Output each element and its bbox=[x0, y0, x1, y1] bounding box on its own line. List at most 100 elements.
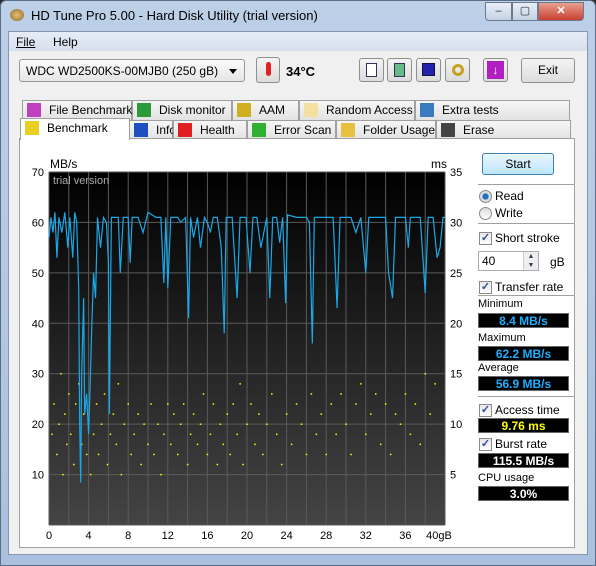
access-time-point bbox=[100, 423, 103, 425]
y-tick-left-label: 20 bbox=[32, 419, 44, 431]
cpu-usage-label: CPU usage bbox=[478, 472, 535, 484]
y-axis-left-label: MB/s bbox=[50, 157, 78, 171]
y-tick-right-label: 20 bbox=[450, 318, 462, 330]
tab-extra-tests[interactable]: Extra tests bbox=[415, 100, 570, 120]
y-tick-right-label: 35 bbox=[450, 167, 462, 179]
folder-icon bbox=[341, 123, 355, 137]
burst-rate-checkbox[interactable]: ✓ bbox=[479, 438, 492, 451]
tab-label: Benchmark bbox=[47, 121, 108, 135]
tab-random-access[interactable]: Random Access bbox=[299, 100, 415, 120]
access-time-point bbox=[320, 413, 323, 415]
tab-info[interactable]: Info bbox=[129, 120, 176, 140]
access-time-point bbox=[167, 403, 169, 405]
write-label: Write bbox=[495, 206, 523, 220]
access-time-point bbox=[51, 433, 53, 436]
y-tick-right-label: 15 bbox=[450, 369, 462, 381]
window-title: HD Tune Pro 5.00 - Hard Disk Utility (tr… bbox=[31, 8, 318, 23]
average-value: 56.9 MB/s bbox=[478, 376, 569, 391]
access-time-point bbox=[89, 473, 92, 476]
access-time-point bbox=[375, 393, 377, 395]
access-time-point bbox=[258, 413, 260, 415]
info-icon bbox=[134, 123, 148, 137]
extra-tests-icon bbox=[420, 103, 434, 117]
y-tick-right-label: 5 bbox=[450, 470, 456, 482]
drive-select[interactable]: WDC WD2500KS-00MJB0 (250 gB) bbox=[19, 59, 245, 82]
access-time-point bbox=[236, 433, 238, 436]
y-tick-left-label: 60 bbox=[32, 217, 44, 229]
cpu-usage-value: 3.0% bbox=[478, 486, 569, 501]
short-stroke-label: Short stroke bbox=[495, 231, 560, 245]
transfer-rate-label: Transfer rate bbox=[495, 280, 564, 294]
access-time-point bbox=[295, 403, 298, 405]
transfer-rate-checkbox[interactable]: ✓ bbox=[479, 281, 492, 294]
access-time-point bbox=[345, 423, 347, 425]
temperature-button[interactable] bbox=[256, 57, 280, 83]
read-radio[interactable] bbox=[479, 190, 492, 203]
copy-screenshot-button[interactable] bbox=[387, 58, 412, 82]
magnifier-icon bbox=[252, 123, 266, 137]
access-time-point bbox=[325, 453, 327, 456]
close-button[interactable]: ✕ bbox=[538, 2, 584, 21]
access-time-point bbox=[192, 413, 195, 415]
client-area: File Help WDC WD2500KS-00MJB0 (250 gB) 3… bbox=[8, 31, 588, 555]
x-tick-label: 16 bbox=[201, 530, 213, 542]
download-button[interactable]: ↓ bbox=[483, 58, 508, 82]
access-time-point bbox=[196, 443, 199, 446]
access-time-point bbox=[266, 423, 268, 425]
read-label: Read bbox=[495, 189, 524, 203]
minimize-button[interactable]: – bbox=[485, 2, 512, 21]
access-time-checkbox[interactable]: ✓ bbox=[479, 404, 492, 417]
access-time-point bbox=[379, 443, 382, 446]
write-radio[interactable] bbox=[479, 207, 492, 220]
access-time-point bbox=[254, 443, 256, 446]
access-time-point bbox=[355, 403, 357, 405]
access-time-point bbox=[73, 463, 75, 466]
access-time-point bbox=[109, 433, 112, 436]
copy-info-button[interactable] bbox=[359, 58, 384, 82]
access-time-point bbox=[179, 423, 182, 425]
stroke-spinner[interactable]: ▲ ▼ bbox=[523, 252, 538, 270]
minimum-value: 8.4 MB/s bbox=[478, 313, 569, 328]
access-time-point bbox=[70, 433, 72, 436]
access-time-point bbox=[95, 403, 98, 405]
access-time-point bbox=[305, 453, 308, 456]
divider bbox=[478, 184, 575, 185]
access-time-point bbox=[285, 413, 288, 415]
red-cross-icon bbox=[178, 123, 192, 137]
access-time-point bbox=[276, 433, 278, 436]
access-time-point bbox=[226, 413, 228, 415]
access-time-point bbox=[394, 413, 397, 415]
short-stroke-checkbox[interactable]: ✓ bbox=[479, 232, 492, 245]
maximize-button[interactable]: ▢ bbox=[512, 2, 538, 21]
drive-select-value: WDC WD2500KS-00MJB0 (250 gB) bbox=[26, 64, 219, 78]
tab-erase[interactable]: Erase bbox=[436, 120, 571, 140]
chevron-down-icon bbox=[229, 69, 237, 74]
access-time-point bbox=[64, 413, 66, 415]
options-button[interactable] bbox=[445, 58, 470, 82]
tab-health[interactable]: Health bbox=[173, 120, 247, 140]
tab-folder-usage[interactable]: Folder Usage bbox=[336, 120, 436, 140]
tab-error-scan[interactable]: Error Scan bbox=[247, 120, 336, 140]
thermometer-icon bbox=[266, 62, 271, 76]
x-tick-label: 4 bbox=[86, 530, 92, 542]
access-time-point bbox=[409, 433, 412, 436]
file-benchmark-icon bbox=[27, 103, 41, 117]
tab-aam[interactable]: AAM bbox=[232, 100, 299, 120]
access-time-point bbox=[199, 423, 202, 425]
disk-monitor-icon bbox=[137, 103, 151, 117]
menu-help[interactable]: Help bbox=[53, 35, 78, 49]
divider bbox=[478, 396, 575, 397]
start-button[interactable]: Start bbox=[482, 153, 554, 175]
y-axis-right-label: ms bbox=[431, 157, 447, 171]
tab-benchmark[interactable]: Benchmark bbox=[20, 118, 130, 140]
save-button[interactable] bbox=[416, 58, 441, 82]
access-time-point bbox=[202, 393, 205, 395]
exit-button[interactable]: Exit bbox=[521, 58, 575, 83]
access-time-point bbox=[163, 433, 165, 436]
tab-file-benchmark[interactable]: File Benchmark bbox=[22, 100, 132, 120]
tab-disk-monitor[interactable]: Disk monitor bbox=[132, 100, 232, 120]
access-time-point bbox=[399, 423, 402, 425]
access-time-point bbox=[246, 423, 248, 425]
menu-file[interactable]: File bbox=[16, 35, 35, 49]
access-time-point bbox=[424, 373, 426, 375]
